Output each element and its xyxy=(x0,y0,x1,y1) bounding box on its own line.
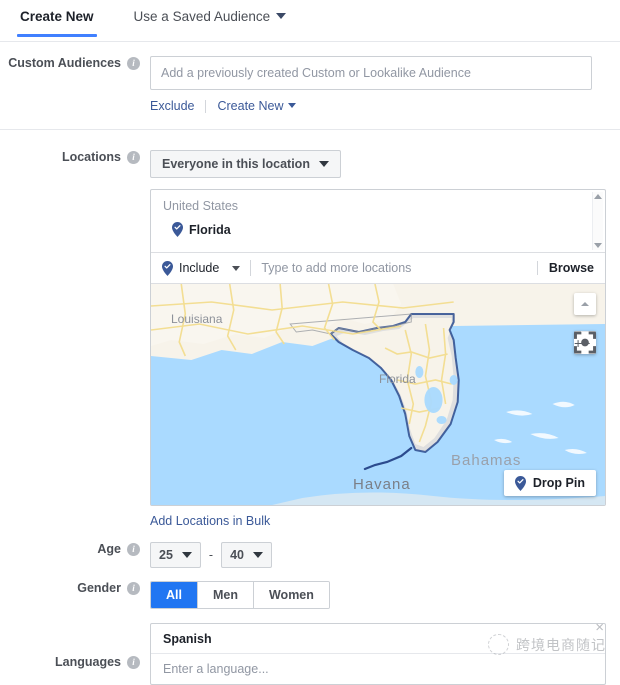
audience-editor-panel: Create New Use a Saved Audience Custom A… xyxy=(0,0,620,685)
include-mode-dropdown[interactable]: Include xyxy=(162,260,241,276)
divider xyxy=(205,99,207,113)
info-icon[interactable]: i xyxy=(127,581,140,595)
gender-section: Gender i All Men Women xyxy=(0,568,620,609)
info-icon[interactable]: i xyxy=(127,655,140,669)
locations-section: Locations i Everyone in this location Un… xyxy=(0,130,620,528)
locations-row: Locations i Everyone in this location Un… xyxy=(0,150,620,528)
custom-audiences-section: Custom Audiences i Add a previously crea… xyxy=(0,42,620,130)
custom-audiences-placeholder: Add a previously created Custom or Looka… xyxy=(161,66,471,80)
locations-scrollbar[interactable] xyxy=(592,192,603,250)
list-item[interactable]: Florida xyxy=(163,222,591,237)
chevron-down-icon xyxy=(288,103,297,108)
languages-label: Languages xyxy=(55,655,121,669)
languages-section: Languages i Spanish Enter a language... xyxy=(0,609,620,685)
chevron-down-icon xyxy=(181,552,192,558)
locations-box: United States Florida Include Type to ad… xyxy=(150,189,606,506)
age-field: 25 - 40 xyxy=(150,542,620,568)
create-new-audience-label: Create New xyxy=(217,99,284,113)
watermark-close-icon[interactable]: × xyxy=(595,620,604,635)
map-collapse-button[interactable] xyxy=(574,293,596,315)
location-pin-check-icon xyxy=(514,475,526,491)
age-min-value: 25 xyxy=(159,548,173,562)
gender-row: Gender i All Men Women xyxy=(0,581,620,609)
gender-field: All Men Women xyxy=(150,581,620,609)
language-input[interactable]: Enter a language... xyxy=(151,654,605,684)
include-mode-label: Include xyxy=(179,261,220,275)
custom-audiences-input[interactable]: Add a previously created Custom or Looka… xyxy=(150,56,592,90)
info-icon[interactable]: i xyxy=(127,150,140,164)
drop-pin-label: Drop Pin xyxy=(532,476,585,490)
create-new-audience-link[interactable]: Create New xyxy=(217,99,297,113)
age-max-value: 40 xyxy=(230,548,244,562)
chevron-down-icon xyxy=(232,265,241,271)
age-row: Age i 25 - 40 xyxy=(0,542,620,568)
tab-use-saved-audience[interactable]: Use a Saved Audience xyxy=(132,0,289,36)
fullscreen-icon xyxy=(574,331,596,354)
chevron-down-icon xyxy=(252,552,263,558)
language-input-placeholder: Enter a language... xyxy=(163,662,269,676)
gender-segmented-control: All Men Women xyxy=(150,581,330,609)
chevron-down-icon xyxy=(276,13,287,19)
chevron-up-icon xyxy=(581,302,589,306)
info-icon[interactable]: i xyxy=(127,56,140,70)
chevron-down-icon xyxy=(318,161,329,167)
scroll-up-icon[interactable] xyxy=(594,194,602,199)
location-map[interactable]: Louisiana Florida Bahamas Havana + − xyxy=(151,283,605,505)
custom-audiences-field: Add a previously created Custom or Looka… xyxy=(150,56,606,113)
gender-label: Gender xyxy=(77,581,121,595)
add-locations-in-bulk-link[interactable]: Add Locations in Bulk xyxy=(150,514,270,528)
location-search-placeholder: Type to add more locations xyxy=(261,261,412,275)
languages-label-group: Languages i xyxy=(0,623,150,669)
exclude-link[interactable]: Exclude xyxy=(150,99,194,113)
drop-pin-button[interactable]: Drop Pin xyxy=(503,470,596,496)
locations-field: Everyone in this location United States … xyxy=(150,150,620,528)
info-icon[interactable]: i xyxy=(127,542,140,556)
scroll-down-icon[interactable] xyxy=(594,243,602,248)
custom-audiences-links: Exclude Create New xyxy=(150,99,606,113)
gender-option-men[interactable]: Men xyxy=(196,582,253,608)
map-zoom-controls: + − xyxy=(574,331,596,354)
location-scope-dropdown[interactable]: Everyone in this location xyxy=(150,150,341,178)
tab-create-new[interactable]: Create New xyxy=(17,0,97,37)
location-group-header: United States xyxy=(163,199,239,213)
tab-create-new-label: Create New xyxy=(20,9,94,24)
age-range-separator: - xyxy=(208,548,214,562)
age-min-dropdown[interactable]: 25 xyxy=(150,542,201,568)
language-selected-item[interactable]: Spanish xyxy=(151,624,605,654)
divider xyxy=(250,260,252,276)
selected-locations-list: United States Florida xyxy=(151,190,605,252)
languages-field: Spanish Enter a language... xyxy=(150,623,620,685)
locations-label: Locations xyxy=(61,150,121,164)
location-search-bar: Include Type to add more locations Brows… xyxy=(151,252,605,283)
location-search-input[interactable]: Type to add more locations xyxy=(261,261,537,275)
custom-audiences-row: Custom Audiences i Add a previously crea… xyxy=(0,56,606,113)
location-pin-check-icon xyxy=(172,222,183,237)
audience-tabs: Create New Use a Saved Audience xyxy=(0,0,620,42)
locations-label-group: Locations i xyxy=(0,150,150,164)
age-label: Age xyxy=(97,542,121,556)
custom-audiences-label: Custom Audiences xyxy=(8,56,121,70)
location-scope-value: Everyone in this location xyxy=(162,157,310,171)
languages-row: Languages i Spanish Enter a language... xyxy=(0,623,620,685)
age-section: Age i 25 - 40 xyxy=(0,528,620,568)
location-pin-check-icon xyxy=(162,260,173,276)
age-label-group: Age i xyxy=(0,542,150,556)
custom-audiences-label-group: Custom Audiences i xyxy=(0,56,150,70)
languages-box: Spanish Enter a language... xyxy=(150,623,606,685)
gender-option-women[interactable]: Women xyxy=(252,582,329,608)
age-max-dropdown[interactable]: 40 xyxy=(221,542,272,568)
gender-option-all[interactable]: All xyxy=(151,582,197,608)
add-locations-bulk-wrap: Add Locations in Bulk xyxy=(150,514,620,528)
map-fullscreen-button[interactable] xyxy=(574,331,596,354)
browse-button[interactable]: Browse xyxy=(536,261,594,275)
list-item-label: Florida xyxy=(189,222,231,237)
gender-label-group: Gender i xyxy=(0,581,150,595)
tab-use-saved-audience-label: Use a Saved Audience xyxy=(133,9,271,24)
